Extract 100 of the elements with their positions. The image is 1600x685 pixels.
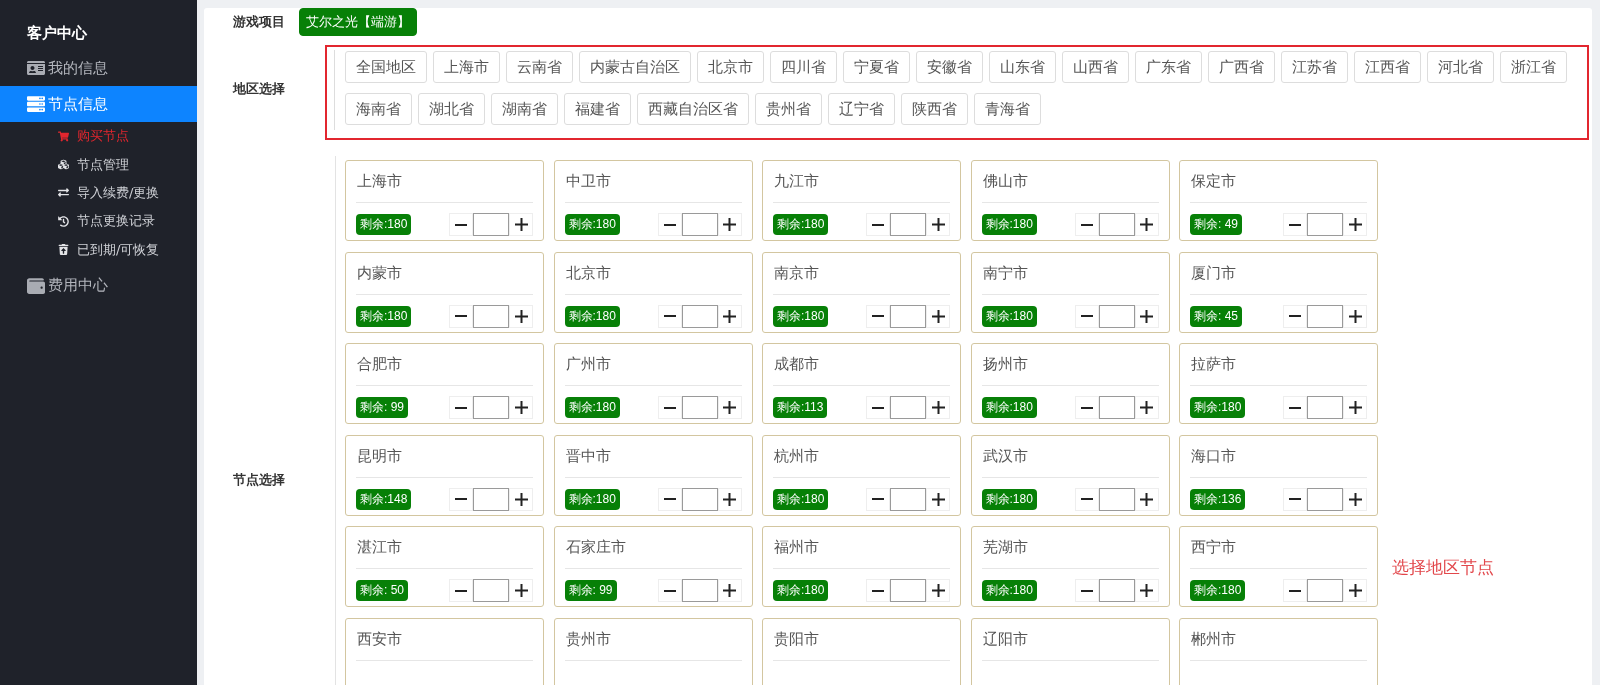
increase-button[interactable]: [717, 579, 742, 602]
submenu-item[interactable]: 已到期/可恢复: [0, 235, 197, 264]
quantity-field[interactable]: [1307, 487, 1343, 511]
quantity-field[interactable]: [681, 304, 718, 328]
increase-button[interactable]: [717, 304, 742, 328]
quantity-field[interactable]: [473, 304, 509, 328]
region-option[interactable]: 全国地区: [345, 51, 427, 83]
quantity-field[interactable]: [1098, 579, 1135, 602]
increase-button[interactable]: [509, 487, 533, 511]
decrease-button[interactable]: [866, 304, 890, 328]
decrease-button[interactable]: [866, 487, 890, 511]
decrease-button[interactable]: [1283, 213, 1307, 236]
increase-button[interactable]: [509, 304, 533, 328]
region-option[interactable]: 上海市: [433, 51, 500, 83]
increase-button[interactable]: [717, 213, 742, 236]
region-option[interactable]: 湖北省: [418, 93, 485, 125]
decrease-button[interactable]: [657, 396, 682, 419]
increase-button[interactable]: [1343, 304, 1367, 328]
quantity-field[interactable]: [473, 396, 509, 419]
decrease-button[interactable]: [449, 487, 473, 511]
quantity-field[interactable]: [681, 487, 718, 511]
decrease-button[interactable]: [1074, 396, 1099, 419]
quantity-field[interactable]: [1098, 304, 1135, 328]
decrease-button[interactable]: [449, 579, 473, 602]
increase-button[interactable]: [926, 213, 950, 236]
region-option[interactable]: 四川省: [770, 51, 837, 83]
decrease-button[interactable]: [657, 487, 682, 511]
quantity-field[interactable]: [473, 213, 509, 236]
decrease-button[interactable]: [866, 213, 890, 236]
submenu-item[interactable]: 节点管理: [0, 150, 197, 179]
region-option[interactable]: 贵州省: [755, 93, 822, 125]
quantity-field[interactable]: [890, 304, 926, 328]
decrease-button[interactable]: [866, 579, 890, 602]
decrease-button[interactable]: [1074, 304, 1099, 328]
region-option[interactable]: 西藏自治区省: [637, 93, 749, 125]
increase-button[interactable]: [926, 304, 950, 328]
region-option[interactable]: 辽宁省: [828, 93, 895, 125]
quantity-field[interactable]: [681, 213, 718, 236]
region-option[interactable]: 山东省: [989, 51, 1056, 83]
region-option[interactable]: 青海省: [974, 93, 1041, 125]
quantity-field[interactable]: [1307, 396, 1343, 419]
increase-button[interactable]: [926, 396, 950, 419]
region-option[interactable]: 广东省: [1135, 51, 1202, 83]
increase-button[interactable]: [717, 396, 742, 419]
quantity-field[interactable]: [1307, 579, 1343, 602]
decrease-button[interactable]: [1074, 487, 1099, 511]
quantity-field[interactable]: [473, 487, 509, 511]
decrease-button[interactable]: [1074, 213, 1099, 236]
region-option[interactable]: 浙江省: [1500, 51, 1567, 83]
quantity-field[interactable]: [1307, 213, 1343, 236]
increase-button[interactable]: [1134, 304, 1159, 328]
decrease-button[interactable]: [449, 304, 473, 328]
increase-button[interactable]: [1343, 579, 1367, 602]
quantity-field[interactable]: [1098, 213, 1135, 236]
increase-button[interactable]: [1134, 579, 1159, 602]
quantity-field[interactable]: [890, 579, 926, 602]
game-option[interactable]: 艾尔之光【端游】: [299, 8, 417, 36]
region-option[interactable]: 湖南省: [491, 93, 558, 125]
quantity-field[interactable]: [681, 396, 718, 419]
decrease-button[interactable]: [449, 213, 473, 236]
region-option[interactable]: 江西省: [1354, 51, 1421, 83]
quantity-field[interactable]: [681, 579, 718, 602]
region-option[interactable]: 山西省: [1062, 51, 1129, 83]
region-option[interactable]: 福建省: [564, 93, 631, 125]
quantity-field[interactable]: [473, 579, 509, 602]
region-option[interactable]: 河北省: [1427, 51, 1494, 83]
increase-button[interactable]: [926, 487, 950, 511]
increase-button[interactable]: [1134, 396, 1159, 419]
region-option[interactable]: 云南省: [506, 51, 573, 83]
quantity-field[interactable]: [1098, 487, 1135, 511]
submenu-item[interactable]: 节点更换记录: [0, 207, 197, 236]
region-option[interactable]: 安徽省: [916, 51, 983, 83]
decrease-button[interactable]: [1283, 487, 1307, 511]
region-option[interactable]: 江苏省: [1281, 51, 1348, 83]
sidebar-item[interactable]: 我的信息: [0, 50, 197, 86]
increase-button[interactable]: [1134, 213, 1159, 236]
increase-button[interactable]: [509, 213, 533, 236]
region-option[interactable]: 宁夏省: [843, 51, 910, 83]
increase-button[interactable]: [1134, 487, 1159, 511]
sidebar-item[interactable]: 节点信息: [0, 86, 197, 122]
decrease-button[interactable]: [657, 213, 682, 236]
region-option[interactable]: 北京市: [697, 51, 764, 83]
decrease-button[interactable]: [1074, 579, 1099, 602]
sidebar-item[interactable]: 费用中心: [0, 267, 197, 304]
increase-button[interactable]: [1343, 487, 1367, 511]
quantity-field[interactable]: [1098, 396, 1135, 419]
quantity-field[interactable]: [890, 213, 926, 236]
quantity-field[interactable]: [890, 487, 926, 511]
region-option[interactable]: 广西省: [1208, 51, 1275, 83]
increase-button[interactable]: [926, 579, 950, 602]
increase-button[interactable]: [1343, 213, 1367, 236]
quantity-field[interactable]: [890, 396, 926, 419]
decrease-button[interactable]: [657, 579, 682, 602]
increase-button[interactable]: [509, 396, 533, 419]
submenu-item[interactable]: 导入续费/更换: [0, 178, 197, 208]
region-option[interactable]: 内蒙古自治区: [579, 51, 691, 83]
quantity-field[interactable]: [1307, 304, 1343, 328]
decrease-button[interactable]: [1283, 579, 1307, 602]
decrease-button[interactable]: [449, 396, 473, 419]
decrease-button[interactable]: [1283, 396, 1307, 419]
